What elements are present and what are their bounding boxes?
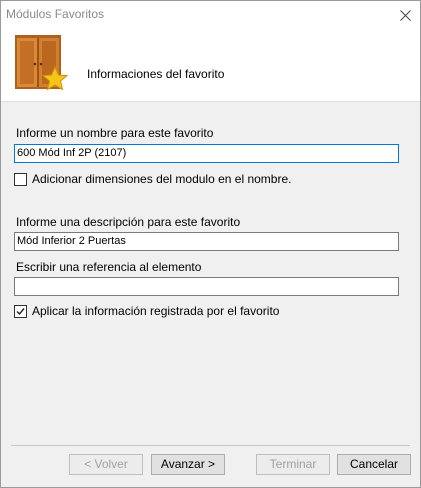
header-panel: Informaciones del favorito	[1, 29, 420, 102]
checkmark-icon	[16, 307, 25, 315]
next-button[interactable]: Avanzar >	[151, 454, 225, 475]
description-input[interactable]: Mód Inferior 2 Puertas	[14, 232, 399, 251]
add-dimensions-label: Adicionar dimensiones del modulo en el n…	[32, 172, 292, 186]
dialog-window: Módulos Favoritos Informaciones del favo…	[0, 0, 421, 488]
finish-button[interactable]: Terminar	[256, 454, 330, 475]
apply-info-label: Aplicar la información registrada por el…	[32, 304, 280, 318]
close-icon	[399, 9, 411, 21]
add-dimensions-checkbox[interactable]	[14, 172, 27, 186]
add-dimensions-checkbox-row[interactable]: Adicionar dimensiones del modulo en el n…	[14, 172, 291, 186]
apply-info-checkbox[interactable]	[14, 304, 27, 318]
name-label: Informe un nombre para este favorito	[16, 126, 214, 140]
window-title: Módulos Favoritos	[6, 7, 105, 21]
close-button[interactable]	[390, 1, 420, 29]
footer-divider	[11, 445, 410, 446]
reference-input[interactable]	[14, 277, 399, 296]
wardrobe-star-icon	[15, 35, 69, 91]
back-button[interactable]: < Volver	[69, 454, 143, 475]
header-title: Informaciones del favorito	[87, 67, 225, 81]
cancel-button[interactable]: Cancelar	[337, 454, 411, 475]
name-input[interactable]: 600 Mód Inf 2P (2107)	[14, 144, 399, 163]
reference-label: Escribir una referencia al elemento	[16, 260, 202, 274]
apply-info-checkbox-row[interactable]: Aplicar la información registrada por el…	[14, 304, 279, 318]
description-label: Informe una descripción para este favori…	[16, 215, 241, 229]
title-bar[interactable]: Módulos Favoritos	[1, 1, 420, 29]
